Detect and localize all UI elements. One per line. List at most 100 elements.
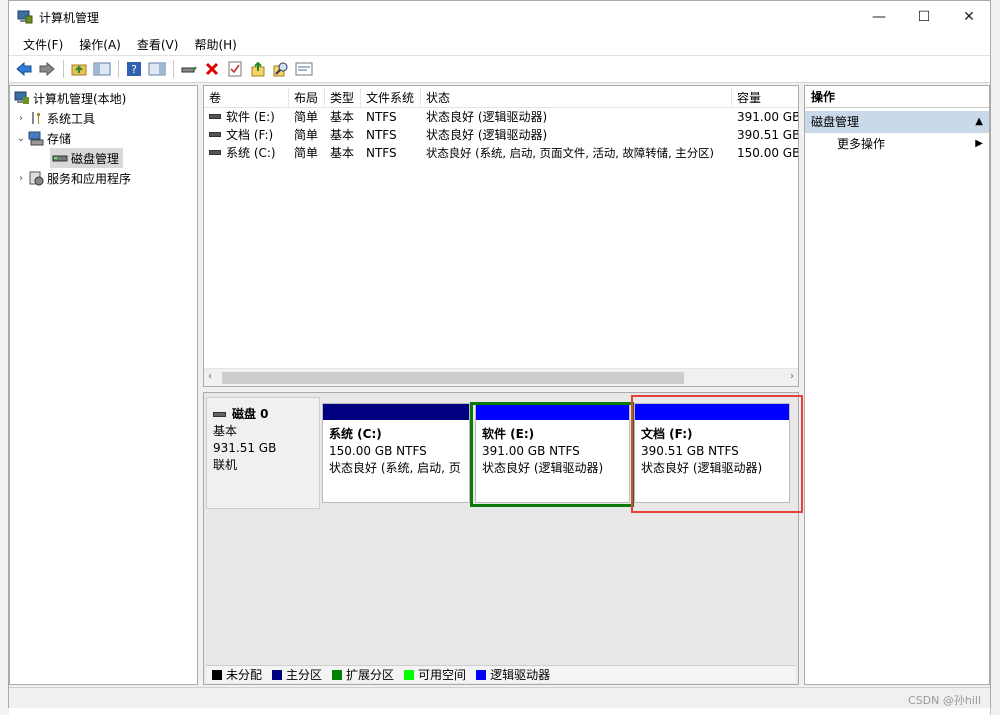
action-pane-icon[interactable] xyxy=(146,58,168,80)
table-row[interactable]: 系统 (C:) 简单 基本 NTFS 状态良好 (系统, 启动, 页面文件, 活… xyxy=(204,144,798,162)
disk-management-icon xyxy=(52,155,68,162)
tree-item-storage[interactable]: ⌄ 存储 xyxy=(14,128,71,148)
help-icon[interactable]: ? xyxy=(123,58,145,80)
close-button[interactable]: ✕ xyxy=(946,1,992,33)
storage-icon xyxy=(28,131,44,146)
legend-item: 主分区 xyxy=(272,666,322,683)
actions-section-label: 磁盘管理 xyxy=(811,115,860,129)
toolbar-separator xyxy=(118,60,119,78)
column-type[interactable]: 类型 xyxy=(325,88,361,108)
tree-item-disk-management[interactable]: 磁盘管理 xyxy=(50,148,124,168)
background-window-edge xyxy=(990,0,1000,715)
volume-icon xyxy=(209,114,221,119)
toolbar-separator xyxy=(173,60,174,78)
tree-label-disk-management: 磁盘管理 xyxy=(71,151,120,166)
actions-section-disk-management[interactable]: 磁盘管理 ▲ xyxy=(805,111,989,133)
menu-bar: 文件(F) 操作(A) 查看(V) 帮助(H) xyxy=(9,33,990,55)
tree-item-root[interactable]: 计算机管理(本地) xyxy=(14,88,126,108)
legend-label: 可用空间 xyxy=(418,668,467,682)
volume-type: 基本 xyxy=(330,128,355,142)
menu-file[interactable]: 文件(F) xyxy=(15,36,71,53)
disk-graphical-view: 磁盘 0 基本 931.51 GB 联机 系统 (C:) 150.00 GB N… xyxy=(203,392,803,685)
tree-item-services-apps[interactable]: › 服务和应用程序 xyxy=(14,168,131,188)
properties-icon[interactable] xyxy=(224,58,246,80)
scrollbar-thumb[interactable] xyxy=(222,372,684,384)
search-icon[interactable] xyxy=(270,58,292,80)
partition-status: 状态良好 (系统, 启动, 页 xyxy=(329,461,461,475)
volume-filesystem: NTFS xyxy=(366,110,397,124)
forward-arrow-icon[interactable] xyxy=(36,58,58,80)
back-arrow-icon[interactable] xyxy=(13,58,35,80)
export-icon[interactable] xyxy=(247,58,269,80)
more-actions-label: 更多操作 xyxy=(837,137,886,151)
scroll-left-icon[interactable]: ‹ xyxy=(208,371,212,382)
computer-management-window: 计算机管理 — ☐ ✕ 文件(F) 操作(A) 查看(V) 帮助(H) ? 计算… xyxy=(8,0,991,708)
volume-capacity: 390.51 GB xyxy=(737,128,798,142)
volume-filesystem: NTFS xyxy=(366,146,397,160)
tools-icon xyxy=(32,112,40,124)
chevron-right-icon[interactable]: › xyxy=(14,113,28,124)
title-bar[interactable]: 计算机管理 — ☐ ✕ xyxy=(9,1,990,33)
disk-icon xyxy=(213,412,226,417)
legend-swatch xyxy=(272,669,283,680)
show-hide-tree-icon[interactable] xyxy=(91,58,113,80)
computer-management-icon xyxy=(14,91,29,104)
services-icon xyxy=(29,171,44,186)
collapse-caret-icon[interactable]: ▲ xyxy=(975,111,983,133)
status-bar xyxy=(9,687,990,708)
legend-swatch xyxy=(476,669,487,680)
actions-pane: 操作 磁盘管理 ▲ 更多操作 ▶ xyxy=(804,85,990,685)
horizontal-scrollbar[interactable]: ‹ › xyxy=(204,368,798,386)
column-capacity[interactable]: 容量 xyxy=(732,88,798,108)
column-filesystem[interactable]: 文件系统 xyxy=(361,88,421,108)
tree-label-storage: 存储 xyxy=(47,131,72,146)
volume-layout: 简单 xyxy=(294,128,319,142)
menu-action[interactable]: 操作(A) xyxy=(71,36,129,53)
highlight-box-green xyxy=(470,402,634,507)
table-row[interactable]: 软件 (E:) 简单 基本 NTFS 状态良好 (逻辑驱动器) 391.00 G… xyxy=(204,108,798,126)
menu-view[interactable]: 查看(V) xyxy=(129,36,187,53)
volume-name: 文档 (F:) xyxy=(226,128,274,142)
legend-label: 扩展分区 xyxy=(346,668,395,682)
tree-label-services-apps: 服务和应用程序 xyxy=(47,171,132,186)
legend-item: 扩展分区 xyxy=(332,666,394,683)
volume-type: 基本 xyxy=(330,110,355,124)
window-title: 计算机管理 xyxy=(39,11,100,25)
menu-help[interactable]: 帮助(H) xyxy=(186,36,244,53)
table-row[interactable]: 文档 (F:) 简单 基本 NTFS 状态良好 (逻辑驱动器) 390.51 G… xyxy=(204,126,798,144)
volume-layout: 简单 xyxy=(294,110,319,124)
svg-text:?: ? xyxy=(131,63,137,76)
volume-list-header: 卷 布局 类型 文件系统 状态 容量 xyxy=(204,88,798,108)
watermark: CSDN @孙hill xyxy=(908,694,981,707)
more-actions-item[interactable]: 更多操作 ▶ xyxy=(805,133,989,155)
scroll-right-icon[interactable]: › xyxy=(790,371,794,382)
column-status[interactable]: 状态 xyxy=(421,88,732,108)
chevron-right-icon[interactable]: › xyxy=(14,173,28,184)
volume-name: 系统 (C:) xyxy=(226,146,276,160)
tree-label-root: 计算机管理(本地) xyxy=(33,91,127,106)
column-volume[interactable]: 卷 xyxy=(204,88,289,108)
partition-size: 150.00 GB NTFS xyxy=(329,444,427,458)
legend-swatch xyxy=(332,669,343,680)
console-icon[interactable] xyxy=(293,58,315,80)
minimize-button[interactable]: — xyxy=(856,1,902,33)
volume-filesystem: NTFS xyxy=(366,128,397,142)
partition-c[interactable]: 系统 (C:) 150.00 GB NTFS 状态良好 (系统, 启动, 页 xyxy=(322,403,470,503)
actions-header: 操作 xyxy=(805,86,989,108)
connect-drive-icon[interactable] xyxy=(178,58,200,80)
volume-name: 软件 (E:) xyxy=(226,110,275,124)
disk-label[interactable]: 磁盘 0 基本 931.51 GB 联机 xyxy=(206,397,320,509)
legend-item: 未分配 xyxy=(212,666,262,683)
volume-capacity: 150.00 GB xyxy=(737,146,798,160)
column-layout[interactable]: 布局 xyxy=(289,88,325,108)
tree-item-system-tools[interactable]: › 系统工具 xyxy=(14,108,95,128)
volume-type: 基本 xyxy=(330,146,355,160)
volume-layout: 简单 xyxy=(294,146,319,160)
up-folder-icon[interactable] xyxy=(68,58,90,80)
submenu-arrow-icon: ▶ xyxy=(975,138,983,149)
chevron-down-icon[interactable]: ⌄ xyxy=(14,133,28,144)
highlight-box-red xyxy=(631,395,803,513)
maximize-button[interactable]: ☐ xyxy=(901,1,947,33)
delete-icon[interactable] xyxy=(201,58,223,80)
console-tree: 计算机管理(本地) › 系统工具 ⌄ 存储 磁盘管理 › 服务和应用程序 xyxy=(9,85,198,685)
